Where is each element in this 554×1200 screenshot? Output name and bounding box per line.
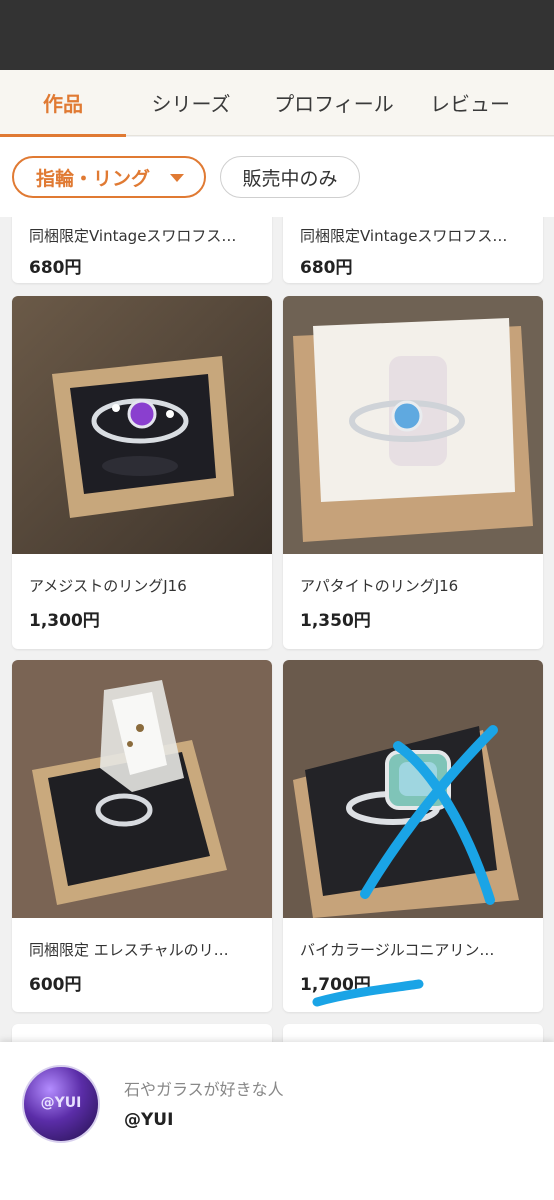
category-dropdown[interactable]: 指輪・リング [12,156,206,198]
creator-handle: @YUI [124,1110,174,1130]
product-image-elestial-ring [12,660,272,918]
product-price: 1,350円 [300,611,371,631]
product-image-apatite-ring [283,296,543,554]
product-grid: 同梱限定Vintageスワロフス… 680円 同梱限定Vintageスワロフス…… [0,217,554,1047]
tab-series[interactable]: シリーズ [126,70,256,136]
filter-bar: 指輪・リング 販売中のみ [0,137,554,217]
product-title: 同梱限定Vintageスワロフス… [29,227,237,245]
product-price: 600円 [29,975,82,995]
product-image-bicolor-zirconia-ring [283,660,543,918]
tab-reviews[interactable]: レビュー [412,70,554,136]
creator-bio: 石やガラスが好きな人 [124,1080,284,1099]
sale-only-label: 販売中のみ [242,167,338,190]
strike-mark-icon [360,725,498,905]
product-price: 680円 [300,258,353,278]
product-title: アメジストのリングJ16 [29,577,187,595]
tab-profile[interactable]: プロフィール [256,70,412,136]
product-card[interactable]: アメジストのリングJ16 1,300円 [12,296,272,649]
product-card[interactable]: バイカラージルコニアリン… 1,700円 [283,660,543,1012]
product-price: 680円 [29,258,82,278]
chevron-down-icon [170,174,184,182]
product-card[interactable]: 同梱限定Vintageスワロフス… 680円 [283,217,543,283]
product-card[interactable]: 同梱限定Vintageスワロフス… 680円 [12,217,272,283]
product-title: バイカラージルコニアリン… [300,941,495,959]
status-bar [0,0,554,70]
sale-only-filter[interactable]: 販売中のみ [220,156,360,198]
product-title: 同梱限定 エレスチャルのリ… [29,941,229,959]
tab-bar: 作品 シリーズ プロフィール レビュー [0,70,554,137]
avatar-text: @YUI [40,1095,82,1111]
product-card[interactable]: 同梱限定 エレスチャルのリ… 600円 [12,660,272,1012]
tab-works[interactable]: 作品 [0,70,126,137]
product-title: アパタイトのリングJ16 [300,577,459,595]
product-price: 1,300円 [29,611,100,631]
creator-profile-bar[interactable]: @YUI 石やガラスが好きな人 @YUI [0,1042,554,1200]
product-title: 同梱限定Vintageスワロフス… [300,227,508,245]
avatar[interactable]: @YUI [22,1065,100,1143]
category-dropdown-label: 指輪・リング [36,167,151,190]
product-image-amethyst-ring [12,296,272,554]
product-card[interactable]: アパタイトのリングJ16 1,350円 [283,296,543,649]
product-price: 1,700円 [300,975,371,995]
